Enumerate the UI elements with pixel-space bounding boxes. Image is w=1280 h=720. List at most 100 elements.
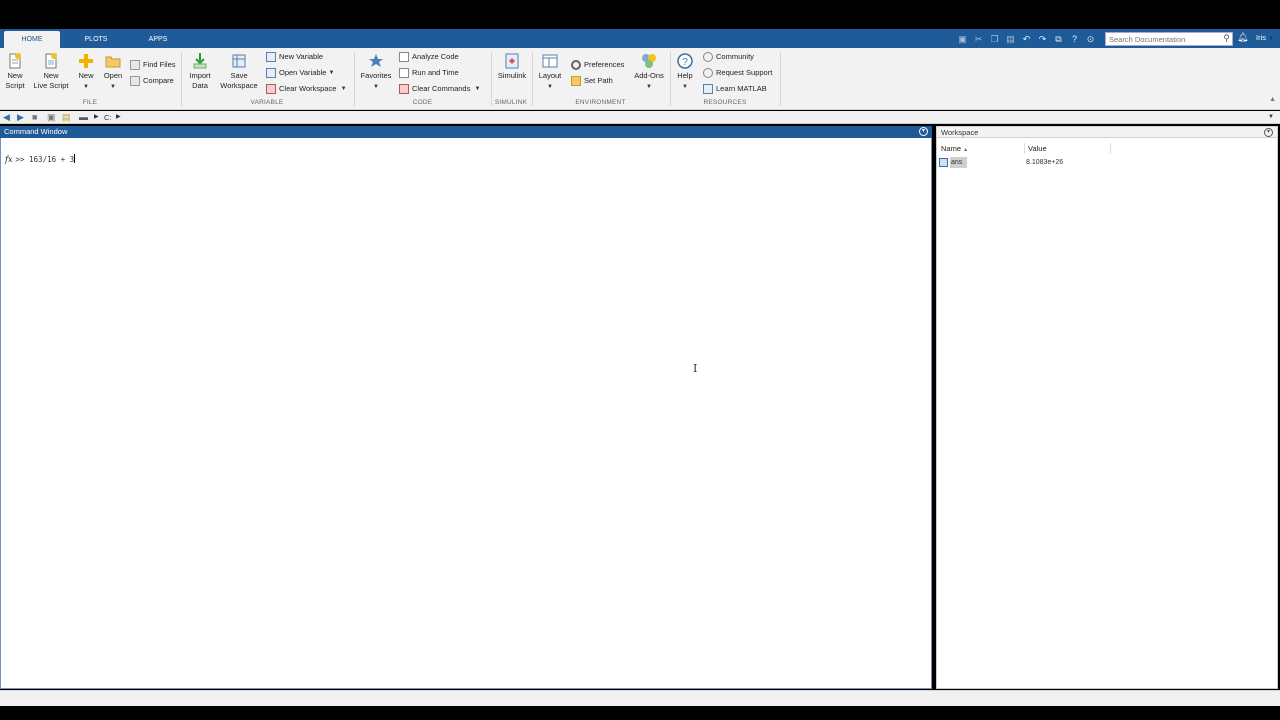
clear-commands-button[interactable]: Clear Commands ▼ <box>399 83 480 95</box>
import-data-button[interactable]: Import Data <box>186 52 214 91</box>
help-icon[interactable]: ? <box>1068 33 1081 45</box>
new-script-button[interactable]: New Script <box>2 52 28 91</box>
search-input[interactable] <box>1106 33 1216 45</box>
analyze-code-label: Analyze Code <box>412 52 459 61</box>
tab-apps[interactable]: APPS <box>132 31 184 48</box>
simulink-button[interactable]: Simulink <box>494 52 530 81</box>
user-menu[interactable]: Iris ▼ <box>1256 33 1274 42</box>
panel-actions-icon[interactable]: ▾ <box>919 127 928 136</box>
copy-icon[interactable]: ❐ <box>988 33 1001 45</box>
new-live-script-button[interactable]: New Live Script <box>30 52 72 91</box>
open-variable-icon <box>266 68 276 78</box>
command-input[interactable]: 163/16 + 3 <box>29 155 74 164</box>
favorites-star-icon <box>369 54 383 67</box>
group-separator <box>181 52 182 106</box>
paste-icon[interactable]: ▤ <box>1004 33 1017 45</box>
layout-button[interactable]: Layout ▼ <box>536 52 564 92</box>
group-separator <box>780 52 781 106</box>
community-icon <box>703 52 713 62</box>
new-variable-label: New Variable <box>279 52 324 61</box>
save-workspace-label: Save Workspace <box>220 71 258 90</box>
table-row[interactable]: ans 8.1083e+26 <box>937 157 1277 168</box>
help-label: Help <box>677 71 693 80</box>
clear-workspace-label: Clear Workspace <box>279 84 337 93</box>
letterbox-bottom <box>0 706 1280 720</box>
command-window-header: Command Window ▾ <box>0 126 932 138</box>
new-dropdown-icon: ▼ <box>83 84 89 90</box>
workspace-panel: Name ▲ Value ans 8.1083e+26 <box>936 138 1278 689</box>
browse-folder-icon[interactable]: ▣ <box>47 112 56 123</box>
save-icon[interactable]: ▣ <box>956 33 969 45</box>
notification-bell-icon[interactable]: 🔔︎ <box>1237 32 1248 43</box>
function-browser-icon[interactable]: fx <box>5 155 12 164</box>
back-arrow-icon[interactable]: ◀ <box>3 112 10 123</box>
forward-arrow-icon[interactable]: ▶ <box>17 112 24 123</box>
name-column-header[interactable]: Name ▲ <box>941 143 1025 154</box>
command-window-title: Command Window <box>4 127 68 136</box>
layout-dropdown-icon: ▼ <box>547 84 553 90</box>
workspace-header: Workspace ▾ <box>936 126 1278 138</box>
open-button[interactable]: Open ▼ <box>101 52 125 92</box>
clear-workspace-dropdown-icon: ▼ <box>340 86 347 92</box>
help-button[interactable]: ? Help ▼ <box>673 52 697 92</box>
up-folder-icon[interactable]: ■ <box>32 112 37 123</box>
panel-actions-icon[interactable]: ▾ <box>1264 128 1273 137</box>
svg-text:?: ? <box>682 57 688 68</box>
find-files-button[interactable]: Find Files <box>130 59 176 71</box>
new-variable-button[interactable]: New Variable <box>266 51 323 63</box>
tab-plots[interactable]: PLOTS <box>70 31 122 48</box>
compare-button[interactable]: Compare <box>130 75 174 87</box>
group-separator <box>670 52 671 106</box>
new-button[interactable]: New ▼ <box>75 52 97 92</box>
compare-icon <box>130 76 140 86</box>
search-icon[interactable]: ⚲ <box>1223 33 1230 44</box>
redo-icon[interactable]: ↷ <box>1036 33 1049 45</box>
root-drive-icon[interactable]: ▬ <box>79 112 88 123</box>
favorites-button[interactable]: Favorites ▼ <box>358 52 394 92</box>
group-separator <box>491 52 492 106</box>
gear-icon <box>571 60 581 70</box>
tab-home[interactable]: HOME <box>4 31 60 48</box>
community-label: Community <box>716 52 754 61</box>
sort-ascending-icon: ▲ <box>963 147 969 153</box>
collapse-ribbon-icon[interactable]: ▲ <box>1269 96 1276 103</box>
layout-label: Layout <box>538 71 562 80</box>
switch-windows-icon[interactable]: ⧉ <box>1052 33 1065 45</box>
analyze-code-button[interactable]: Analyze Code <box>399 51 459 63</box>
set-path-button[interactable]: Set Path <box>571 75 613 87</box>
command-prompt-line[interactable]: fx >> 163/16 + 3 <box>5 154 76 164</box>
open-variable-button[interactable]: Open Variable ▼ <box>266 67 334 79</box>
value-column-header[interactable]: Value <box>1028 143 1111 154</box>
layout-icon <box>542 54 558 68</box>
open-dropdown-icon: ▼ <box>110 84 116 90</box>
add-ons-button[interactable]: Add-Ons ▼ <box>630 52 668 92</box>
workspace-title: Workspace <box>941 128 979 137</box>
address-dropdown-icon[interactable]: ▼ <box>1268 112 1274 123</box>
resources-group-label: RESOURCES <box>703 99 747 106</box>
folder-icon[interactable]: ▤ <box>62 112 71 123</box>
search-documentation: ⚲ <box>1105 32 1233 46</box>
prompt-symbol: >> <box>15 155 25 164</box>
path-separator-icon: ▶ <box>94 114 99 120</box>
cut-icon[interactable]: ✂ <box>972 33 985 45</box>
request-support-button[interactable]: Request Support <box>703 67 772 79</box>
preferences-button[interactable]: Preferences <box>571 59 624 71</box>
command-window[interactable]: fx >> 163/16 + 3 I <box>0 138 932 689</box>
current-folder-path[interactable]: C: <box>104 112 112 123</box>
run-and-time-button[interactable]: Run and Time <box>399 67 459 79</box>
clear-workspace-button[interactable]: Clear Workspace ▼ <box>266 83 347 95</box>
value-column-label: Value <box>1028 144 1047 153</box>
import-data-icon <box>193 53 207 69</box>
learn-matlab-button[interactable]: Learn MATLAB <box>703 83 767 95</box>
customize-icon[interactable]: ⊙ <box>1084 33 1097 45</box>
path-chevron-icon[interactable]: ▶ <box>116 112 121 123</box>
variable-name[interactable]: ans <box>950 157 968 168</box>
undo-icon[interactable]: ↶ <box>1020 33 1033 45</box>
mouse-ibeam-cursor-icon: I <box>693 362 698 375</box>
clear-commands-icon <box>399 84 409 94</box>
find-files-icon <box>130 60 140 70</box>
community-button[interactable]: Community <box>703 51 754 63</box>
environment-group-label: ENVIRONMENT <box>575 99 626 106</box>
save-workspace-button[interactable]: Save Workspace <box>219 52 259 91</box>
help-dropdown-icon: ▼ <box>682 84 688 90</box>
